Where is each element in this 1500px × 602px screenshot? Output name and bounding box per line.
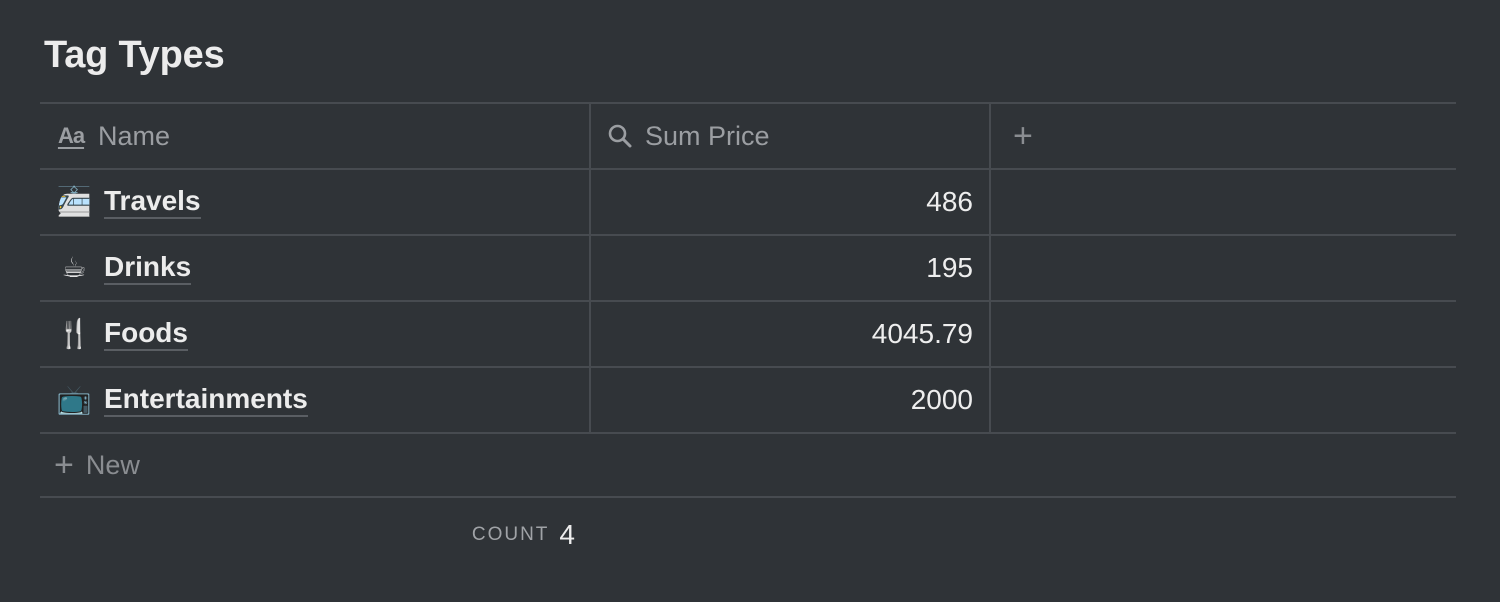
table-row[interactable]: ☕ Drinks 195 [40, 236, 1456, 302]
text-property-icon: Aa [57, 123, 85, 148]
sum-price-cell[interactable]: 4045.79 [591, 302, 991, 366]
page-link[interactable]: Travels [104, 185, 201, 219]
name-cell[interactable]: 🚈 Travels [40, 170, 591, 234]
empty-cell [991, 368, 1456, 432]
plus-icon: + [54, 446, 74, 484]
fork-knife-icon: 🍴 [56, 318, 92, 349]
table-header-row: Aa Name Sum Price + [40, 104, 1456, 170]
sum-price-cell[interactable]: 486 [591, 170, 991, 234]
name-cell[interactable]: 🍴 Foods [40, 302, 591, 366]
sum-price-cell[interactable]: 2000 [591, 368, 991, 432]
add-property-button[interactable]: + [991, 104, 1456, 168]
page-link[interactable]: Drinks [104, 251, 192, 285]
new-row-button[interactable]: + New [40, 434, 1456, 498]
database-table: Aa Name Sum Price + 🚈 Travels 486 ☕ Drin… [40, 102, 1456, 498]
empty-cell [991, 302, 1456, 366]
search-icon [607, 123, 633, 149]
table-row[interactable]: 🚈 Travels 486 [40, 170, 1456, 236]
empty-cell [991, 236, 1456, 300]
name-cell[interactable]: 📺 Entertainments [40, 368, 591, 432]
coffee-icon: ☕ [61, 252, 87, 283]
count-label: COUNT [471, 524, 550, 545]
database-page: Tag Types Aa Name Sum Price + 🚈 Travels … [0, 0, 1500, 602]
page-link[interactable]: Foods [104, 317, 188, 351]
count-value: 4 [559, 519, 575, 550]
page-link[interactable]: Entertainments [104, 383, 308, 417]
column-header-label: Sum Price [645, 120, 770, 151]
column-header-name[interactable]: Aa Name [40, 104, 591, 168]
page-title: Tag Types [44, 34, 225, 76]
tram-icon: 🚈 [56, 186, 92, 217]
sum-price-cell[interactable]: 195 [591, 236, 991, 300]
empty-cell [991, 170, 1456, 234]
column-header-label: Name [98, 120, 171, 151]
new-row-label: New [85, 449, 140, 480]
table-row[interactable]: 🍴 Foods 4045.79 [40, 302, 1456, 368]
plus-icon: + [1013, 117, 1033, 155]
column-header-sum-price[interactable]: Sum Price [591, 104, 991, 168]
television-icon: 📺 [56, 384, 92, 415]
calculation-footer[interactable]: COUNT 4 [40, 500, 591, 570]
name-cell[interactable]: ☕ Drinks [40, 236, 591, 300]
table-row[interactable]: 📺 Entertainments 2000 [40, 368, 1456, 434]
